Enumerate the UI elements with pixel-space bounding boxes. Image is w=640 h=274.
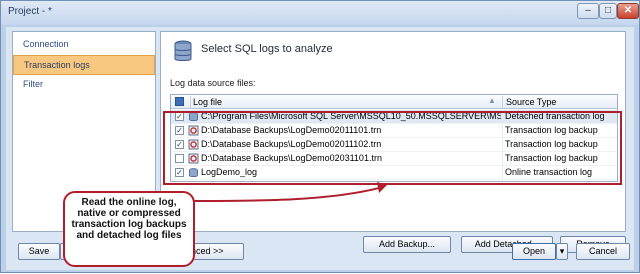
grid-header: Log file ▲ Source Type	[171, 95, 617, 109]
callout-line: transaction log backups	[71, 219, 187, 230]
callout-line: native or compressed	[77, 208, 181, 219]
sidebar-item-connection[interactable]: Connection	[13, 35, 155, 55]
open-button[interactable]: Open	[512, 243, 556, 260]
project-window: Project - * – □ ✕ Connection Transaction…	[0, 0, 640, 273]
highlight-frame	[163, 111, 622, 185]
callout-line: and detached log files	[76, 230, 182, 241]
open-dropdown-arrow[interactable]: ▾	[556, 243, 568, 260]
close-button[interactable]: ✕	[617, 3, 639, 19]
column-header-log-file[interactable]: Log file	[190, 96, 501, 108]
callout-note: Read the online log, native or compresse…	[63, 191, 195, 267]
sidebar-item-transaction-logs[interactable]: Transaction logs	[13, 55, 155, 75]
source-files-label: Log data source files:	[170, 78, 256, 88]
maximize-button[interactable]: □	[599, 3, 617, 19]
page-title: Select SQL logs to analyze	[201, 43, 333, 55]
save-button[interactable]: Save	[18, 243, 60, 260]
select-all-checkbox[interactable]	[175, 97, 184, 106]
sidebar-item-filter[interactable]: Filter	[13, 75, 155, 95]
window-title: Project - *	[8, 6, 52, 17]
column-header-source-type[interactable]: Source Type	[502, 96, 556, 108]
sort-ascending-icon: ▲	[488, 96, 496, 105]
title-bar[interactable]: Project - * – □ ✕	[1, 1, 639, 25]
cancel-button[interactable]: Cancel	[576, 243, 630, 260]
callout-line: Read the online log,	[81, 197, 177, 208]
add-backup-button[interactable]: Add Backup...	[363, 236, 451, 253]
chevron-down-icon: ▾	[559, 246, 565, 256]
minimize-button[interactable]: –	[577, 3, 599, 19]
database-icon	[174, 40, 192, 61]
